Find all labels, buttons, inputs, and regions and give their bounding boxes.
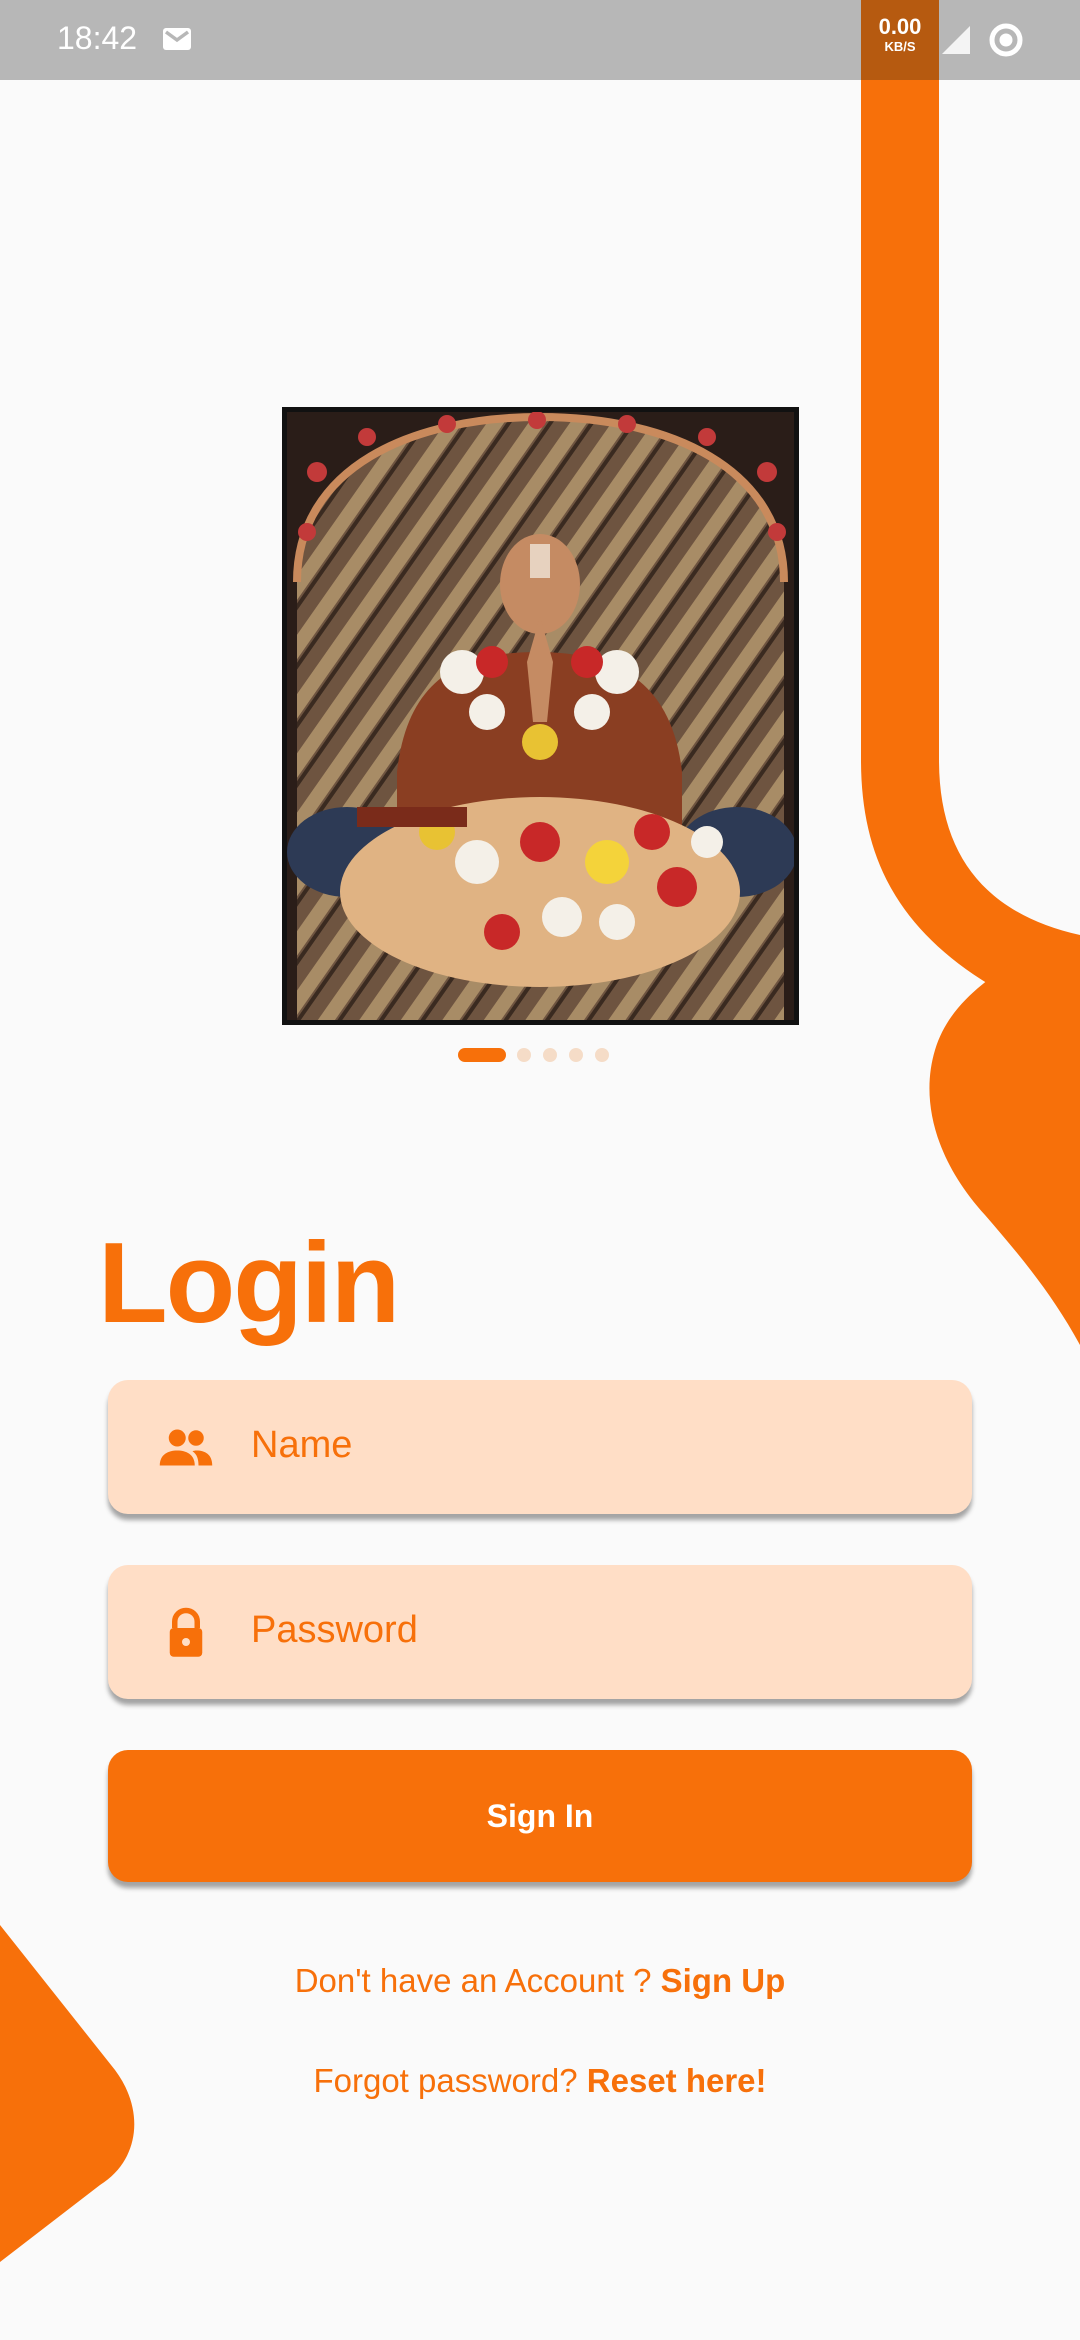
carousel-dot-5[interactable] <box>595 1048 609 1062</box>
password-input[interactable]: Password <box>251 1609 418 1652</box>
reset-line: Forgot password? Reset here! <box>0 2062 1080 2100</box>
net-speed-value: 0.00 <box>878 14 922 39</box>
sign-up-link[interactable]: Sign Up <box>661 1962 786 1999</box>
carousel-pagination <box>0 1048 1080 1062</box>
carousel-image[interactable] <box>282 407 799 1025</box>
carousel-dot-1[interactable] <box>458 1048 506 1062</box>
password-field[interactable]: Password <box>108 1565 972 1699</box>
status-bar: 18:42 0.00 KB/S <box>0 0 1080 80</box>
carousel-dot-3[interactable] <box>543 1048 557 1062</box>
page-title: Login <box>98 1220 400 1347</box>
name-field[interactable]: Name <box>108 1380 972 1514</box>
signup-prompt: Don't have an Account ? <box>294 1962 661 1999</box>
name-input[interactable]: Name <box>251 1424 352 1467</box>
signup-line: Don't have an Account ? Sign Up <box>0 1962 1080 2000</box>
carousel-dot-2[interactable] <box>517 1048 531 1062</box>
sign-in-button[interactable]: Sign In <box>108 1750 972 1882</box>
net-speed-indicator: 0.00 KB/S <box>861 14 939 54</box>
people-icon <box>156 1418 216 1478</box>
carousel-dot-4[interactable] <box>569 1048 583 1062</box>
forgot-prompt: Forgot password? <box>313 2062 587 2099</box>
reset-link[interactable]: Reset here! <box>587 2062 767 2099</box>
net-speed-unit: KB/S <box>884 39 916 54</box>
signal-icon <box>940 24 972 61</box>
record-icon <box>988 22 1024 63</box>
lock-icon <box>156 1603 216 1663</box>
mail-icon <box>162 27 192 56</box>
status-time: 18:42 <box>57 20 138 56</box>
